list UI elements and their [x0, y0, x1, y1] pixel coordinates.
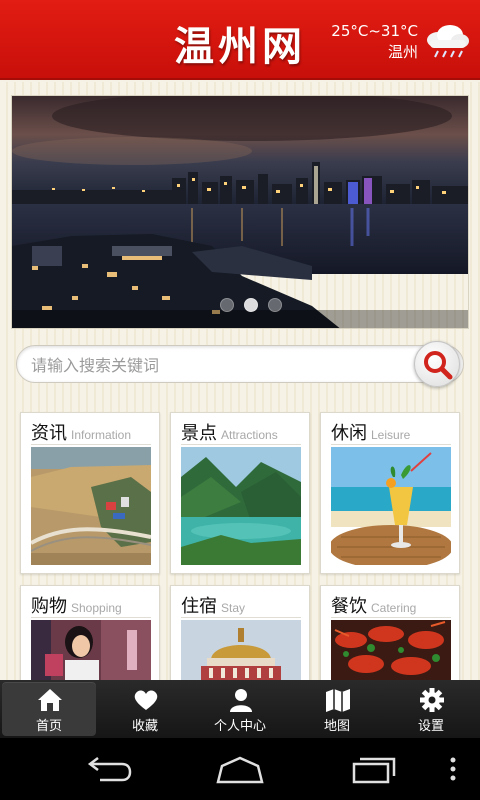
category-card-information[interactable]: 资讯 Information: [20, 412, 160, 574]
card-title-en: Information: [71, 428, 132, 442]
tab-favorites[interactable]: 收藏: [98, 682, 192, 736]
bottom-tab-bar: 首页 收藏 个人中心 地图 设置: [0, 680, 480, 738]
card-title-en: Attractions: [221, 428, 278, 442]
user-icon: [230, 689, 252, 712]
search-bar: [16, 341, 464, 387]
card-header: 住宿 Stay: [181, 592, 301, 618]
tab-profile[interactable]: 个人中心: [193, 682, 287, 736]
rain-cloud-icon: [427, 25, 469, 58]
tab-label: 个人中心: [213, 719, 266, 734]
back-icon[interactable]: [82, 752, 132, 786]
map-icon: [326, 689, 350, 712]
tab-label: 设置: [417, 719, 444, 734]
hotel-dome-photo: [181, 620, 301, 680]
card-title-en: Catering: [371, 601, 417, 615]
category-card-shopping[interactable]: 购物 Shopping: [20, 585, 160, 685]
search-input[interactable]: [31, 352, 411, 378]
overflow-menu-icon[interactable]: [446, 752, 460, 786]
card-header: 购物 Shopping: [31, 592, 151, 618]
weather-temperature: 25°C~31°C: [331, 22, 418, 40]
card-title-en: Shopping: [71, 601, 122, 615]
banner-carousel[interactable]: [11, 95, 469, 329]
card-title-zh: 休闲: [331, 423, 367, 444]
gear-icon: [420, 688, 444, 712]
card-header: 餐饮 Catering: [331, 592, 451, 618]
mountain-lake-photo: [181, 447, 301, 565]
carousel-dot-active[interactable]: [244, 298, 258, 312]
card-title-zh: 餐饮: [331, 596, 367, 617]
home-icon: [38, 689, 62, 711]
card-title-zh: 资讯: [31, 423, 67, 444]
heart-icon: [134, 690, 158, 710]
category-card-catering[interactable]: 餐饮 Catering: [320, 585, 460, 685]
category-card-attractions[interactable]: 景点 Attractions: [170, 412, 310, 574]
card-title-zh: 购物: [31, 596, 67, 617]
tab-settings[interactable]: 设置: [384, 682, 478, 736]
card-title-en: Stay: [221, 601, 246, 615]
bridge-aerial-photo: [31, 447, 151, 565]
shopping-woman-photo: [31, 620, 151, 680]
tab-home[interactable]: 首页: [2, 682, 96, 736]
night-city-skyline-photo: [12, 96, 468, 328]
card-header: 休闲 Leisure: [331, 419, 451, 445]
card-title-en: Leisure: [371, 428, 411, 442]
app-header: 温州网 25°C~31°C 温州: [0, 0, 480, 80]
system-navigation-bar: [0, 738, 480, 800]
search-button[interactable]: [414, 341, 460, 387]
tab-label: 收藏: [131, 719, 158, 734]
weather-city: 温州: [387, 43, 418, 61]
card-title-zh: 住宿: [181, 596, 217, 617]
category-card-stay[interactable]: 住宿 Stay: [170, 585, 310, 685]
card-title-zh: 景点: [181, 423, 217, 444]
tab-label: 地图: [323, 719, 350, 734]
tab-map[interactable]: 地图: [290, 682, 384, 736]
search-icon: [424, 351, 453, 380]
recents-icon[interactable]: [350, 752, 400, 786]
home-icon[interactable]: [214, 752, 266, 786]
card-header: 资讯 Information: [31, 419, 151, 445]
carousel-dot[interactable]: [268, 298, 282, 312]
crayfish-dish-photo: [331, 620, 451, 680]
carousel-indicator: [212, 296, 292, 314]
tab-label: 首页: [35, 719, 62, 734]
category-card-leisure[interactable]: 休闲 Leisure: [320, 412, 460, 574]
beach-drink-photo: [331, 447, 451, 565]
carousel-dot[interactable]: [220, 298, 234, 312]
card-header: 景点 Attractions: [181, 419, 301, 445]
